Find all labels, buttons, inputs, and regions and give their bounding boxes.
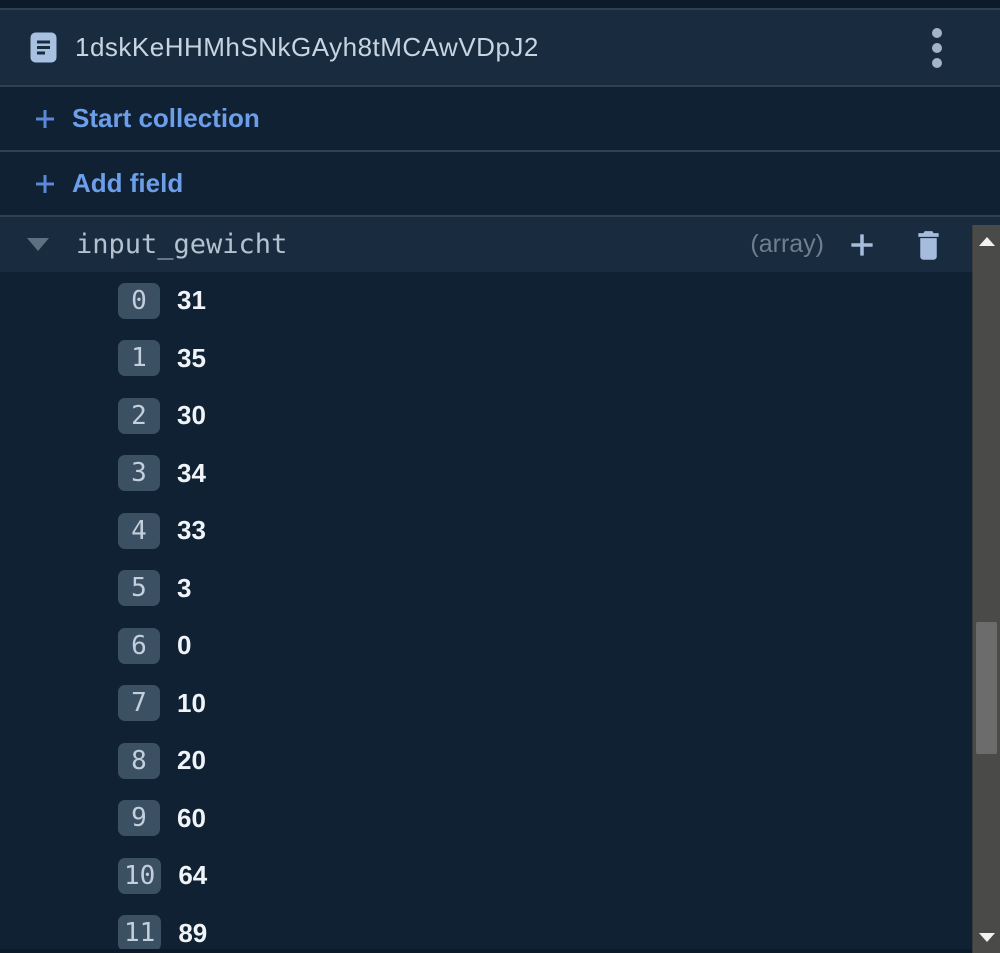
array-item-value: 33 [177,515,206,546]
add-field-label: Add field [72,168,184,198]
add-field-button[interactable]: Add field [0,152,1000,217]
field-type-label: (array) [750,230,824,258]
array-item-row[interactable]: 7 10 [0,675,1000,733]
array-index-badge: 11 [118,915,162,952]
array-item-value: 89 [178,917,208,948]
plus-icon [30,169,60,199]
kebab-dot [932,57,942,68]
array-item-row[interactable]: 8 20 [0,732,1000,790]
plus-icon [851,233,873,256]
field-row-input-gewicht[interactable]: input_gewicht (array) [0,217,1000,272]
array-index-badge: 6 [118,627,160,664]
array-item-row[interactable]: 6 0 [0,617,1000,675]
field-name: input_gewicht [76,229,288,260]
array-item-value: 0 [177,630,192,661]
array-index-badge: 3 [118,455,160,492]
array-item-value: 64 [178,860,208,891]
start-collection-label: Start collection [72,103,260,133]
array-item-row[interactable]: 0 31 [0,272,1000,330]
array-item-value: 31 [177,285,206,316]
array-item-value: 30 [177,400,206,431]
array-index-badge: 0 [118,282,160,319]
array-item-row[interactable]: 10 64 [0,847,1000,905]
scrollbar[interactable] [972,225,1000,953]
document-panel: 1dskKeHHMhSNkGAyh8tMCAwVDpJ2 Start colle… [0,0,1000,953]
array-item-row[interactable]: 11 89 [0,905,1000,953]
plus-icon [30,104,60,134]
array-item-row[interactable]: 2 30 [0,387,1000,445]
array-item-value: 10 [177,687,206,718]
add-array-item-button[interactable] [845,228,879,262]
array-item-row[interactable]: 1 35 [0,330,1000,388]
array-index-badge: 9 [118,800,160,837]
array-item-value: 20 [177,745,206,776]
array-index-badge: 7 [118,685,160,722]
document-icon [30,32,57,63]
kebab-dot [932,27,942,38]
triangle-down-icon [978,932,995,942]
array-index-badge: 4 [118,512,160,549]
array-index-badge: 8 [118,742,160,779]
triangle-up-icon [978,236,995,246]
array-index-badge: 5 [118,570,160,607]
array-item-row[interactable]: 9 60 [0,790,1000,848]
array-item-value: 34 [177,457,206,488]
panel-top-border [0,0,1000,10]
array-items-list: 0 31 1 35 2 30 3 34 4 33 5 3 6 0 7 10 8 … [0,272,1000,953]
array-item-value: 3 [177,572,192,603]
array-index-badge: 1 [118,340,160,377]
start-collection-button[interactable]: Start collection [0,87,1000,152]
scroll-down-button[interactable] [973,923,1000,951]
kebab-menu-icon[interactable] [926,22,948,74]
array-item-value: 60 [177,802,206,833]
scroll-up-button[interactable] [973,227,1000,255]
document-header: 1dskKeHHMhSNkGAyh8tMCAwVDpJ2 [0,10,1000,87]
array-item-row[interactable]: 5 3 [0,560,1000,618]
scrollbar-thumb[interactable] [976,622,997,754]
document-id: 1dskKeHHMhSNkGAyh8tMCAwVDpJ2 [75,32,539,62]
chevron-down-icon[interactable] [27,238,49,251]
panel-bottom-border [0,949,972,953]
array-index-badge: 10 [118,857,162,894]
delete-field-button[interactable] [913,228,944,261]
trash-icon [918,231,939,260]
kebab-dot [932,42,942,53]
array-index-badge: 2 [118,397,160,434]
array-item-row[interactable]: 4 33 [0,502,1000,560]
array-item-value: 35 [177,342,206,373]
array-item-row[interactable]: 3 34 [0,445,1000,503]
